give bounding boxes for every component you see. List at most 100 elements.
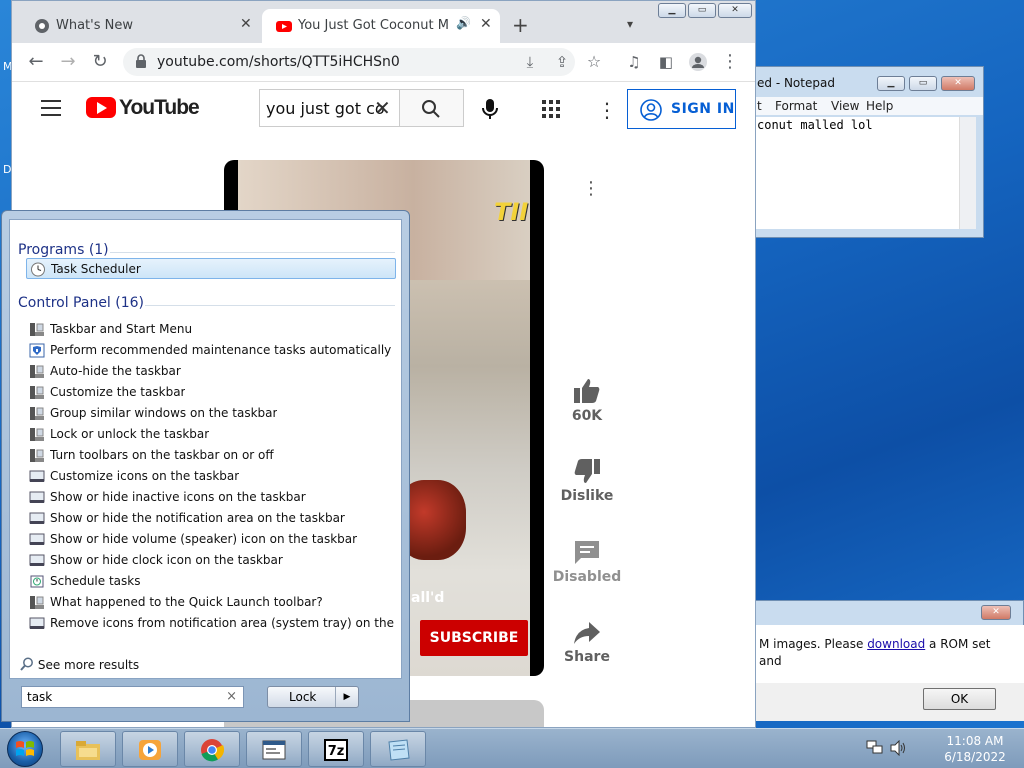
notepad-menubar: t Format View Help: [753, 97, 983, 115]
search-result-item[interactable]: Show or hide volume (speaker) icon on th…: [26, 529, 396, 550]
download-link[interactable]: download: [867, 637, 925, 651]
comments-label: Disabled: [552, 569, 622, 585]
speaker-icon[interactable]: 🔊: [456, 16, 471, 30]
search-result-item[interactable]: Show or hide the notification area on th…: [26, 508, 396, 529]
youtube-search-button[interactable]: [400, 89, 464, 127]
search-result-item[interactable]: Auto-hide the taskbar: [26, 361, 396, 382]
chrome-menu-icon[interactable]: ⋮: [720, 52, 740, 72]
maximize-button[interactable]: ▭: [909, 76, 937, 91]
share-button[interactable]: Share: [547, 621, 627, 665]
start-menu[interactable]: Programs (1) Task Scheduler Control Pane…: [1, 210, 410, 722]
search-result-item[interactable]: Group similar windows on the taskbar: [26, 403, 396, 424]
clear-search-icon[interactable]: ✕: [374, 96, 391, 120]
search-result-item[interactable]: Turn toolbars on the taskbar on or off: [26, 445, 396, 466]
start-button[interactable]: [7, 731, 43, 767]
vertical-scrollbar[interactable]: [959, 117, 976, 229]
search-icon: [422, 100, 440, 118]
tab-label: You Just Got Coconut Mall'd: [298, 18, 448, 33]
network-icon[interactable]: [866, 740, 884, 756]
youtube-search-input[interactable]: you just got co ✕: [259, 89, 400, 127]
new-tab-plus-icon[interactable]: +: [512, 13, 529, 37]
rom-missing-dialog[interactable]: ✕ M images. Please download a ROM set an…: [752, 600, 1024, 721]
lock-icon[interactable]: [135, 54, 147, 68]
tab-youtube[interactable]: You Just Got Coconut Mall'd 🔊 ✕: [262, 9, 500, 43]
start-search-input[interactable]: task ×: [21, 686, 244, 708]
taskbar-icon: [30, 596, 44, 609]
thumbs-up-icon: [574, 379, 600, 403]
taskbar-icon: [30, 323, 44, 336]
media-controls-icon[interactable]: ♫: [624, 52, 644, 72]
search-result-item[interactable]: Perform recommended maintenance tasks au…: [26, 340, 396, 361]
dislike-button[interactable]: Dislike: [547, 458, 627, 504]
share-arrow-icon: [574, 622, 600, 644]
search-result-item[interactable]: What happened to the Quick Launch toolba…: [26, 592, 396, 613]
notification-icon: [29, 533, 45, 545]
microphone-icon[interactable]: [482, 98, 498, 120]
close-button[interactable]: ✕: [941, 76, 975, 91]
taskbar-7zip[interactable]: 7z: [308, 731, 364, 767]
chrome-close-button[interactable]: ✕: [718, 3, 752, 18]
see-more-results-link[interactable]: See more results: [20, 657, 139, 672]
menu-format[interactable]: Format: [775, 99, 817, 113]
settings-more-icon[interactable]: ⋮: [597, 98, 617, 122]
taskbar-media-player[interactable]: [122, 731, 178, 767]
back-arrow-icon[interactable]: ←: [26, 52, 46, 72]
menu-help[interactable]: Help: [866, 99, 893, 113]
search-result-item[interactable]: Customize the taskbar: [26, 382, 396, 403]
chrome-minimize-button[interactable]: ▁: [658, 3, 686, 18]
apps-grid-icon[interactable]: [542, 100, 560, 118]
programs-header[interactable]: Programs (1): [18, 242, 109, 258]
address-bar[interactable]: youtube.com/shorts/QTT5iHCHSn0: [123, 48, 575, 76]
subscribe-button[interactable]: SUBSCRIBE: [420, 620, 528, 656]
side-panel-icon[interactable]: ◧: [656, 52, 676, 72]
search-result-item[interactable]: Customize icons on the taskbar: [26, 466, 396, 487]
search-result-item[interactable]: Schedule tasks: [26, 571, 396, 592]
search-result-item[interactable]: Taskbar and Start Menu: [26, 319, 396, 340]
share-icon[interactable]: ⇪: [552, 52, 572, 72]
tab-close-icon[interactable]: ✕: [240, 16, 252, 32]
chrome-maximize-button[interactable]: ▭: [688, 3, 716, 18]
search-result-item[interactable]: Lock or unlock the taskbar: [26, 424, 396, 445]
notification-icon: [29, 491, 45, 503]
forward-arrow-icon[interactable]: →: [58, 52, 78, 72]
search-result-item[interactable]: Task Scheduler: [26, 258, 396, 279]
dialog-close-button[interactable]: ✕: [981, 605, 1011, 620]
volume-speaker-icon[interactable]: [890, 740, 906, 756]
search-result-item[interactable]: Show or hide inactive icons on the taskb…: [26, 487, 396, 508]
control-panel-header[interactable]: Control Panel (16): [18, 295, 144, 311]
taskbar-mame[interactable]: [246, 731, 302, 767]
profile-avatar-icon[interactable]: [688, 52, 708, 72]
media-player-icon: [139, 740, 161, 760]
clear-search-icon[interactable]: ×: [226, 689, 237, 704]
reload-icon[interactable]: ↻: [90, 52, 110, 72]
video-more-options-icon[interactable]: ⋮: [582, 178, 600, 199]
taskbar-chrome[interactable]: [184, 731, 240, 767]
power-options-arrow-icon[interactable]: ▶: [335, 687, 358, 707]
taskbar: 7z 11:08 AM 6/18/2022: [0, 728, 1024, 768]
url-text[interactable]: youtube.com/shorts/QTT5iHCHSn0: [157, 54, 400, 70]
youtube-favicon-icon: [276, 21, 292, 32]
tab-close-icon[interactable]: ✕: [480, 16, 492, 32]
notification-icon: [29, 512, 45, 524]
taskbar-notepad[interactable]: [370, 731, 426, 767]
lock-button[interactable]: Lock ▶: [267, 686, 359, 708]
notepad-window[interactable]: ed - Notepad ▁ ▭ ✕ t Format View Help co…: [752, 66, 984, 238]
search-result-item[interactable]: Show or hide clock icon on the taskbar: [26, 550, 396, 571]
hamburger-menu-icon[interactable]: [41, 100, 61, 116]
install-app-icon[interactable]: ⤓: [520, 52, 540, 72]
ok-button[interactable]: OK: [923, 688, 996, 710]
bookmark-star-icon[interactable]: ☆: [584, 52, 604, 72]
sign-in-button[interactable]: SIGN IN: [627, 89, 736, 129]
system-clock[interactable]: 11:08 AM 6/18/2022: [940, 733, 1010, 765]
tab-whats-new[interactable]: What's New ✕: [20, 9, 264, 43]
tab-search-chevron-icon[interactable]: ▾: [627, 17, 633, 31]
minimize-button[interactable]: ▁: [877, 76, 905, 91]
menu-view[interactable]: View: [831, 99, 859, 113]
search-result-item[interactable]: Remove icons from notification area (sys…: [26, 613, 396, 634]
notepad-text-area[interactable]: conut malled lol: [755, 117, 959, 229]
comments-button[interactable]: Disabled: [547, 539, 627, 585]
thumbs-down-icon: [574, 459, 600, 483]
taskbar-explorer[interactable]: [60, 731, 116, 767]
like-button[interactable]: 60K: [547, 378, 627, 424]
menu-edit[interactable]: t: [757, 99, 762, 113]
